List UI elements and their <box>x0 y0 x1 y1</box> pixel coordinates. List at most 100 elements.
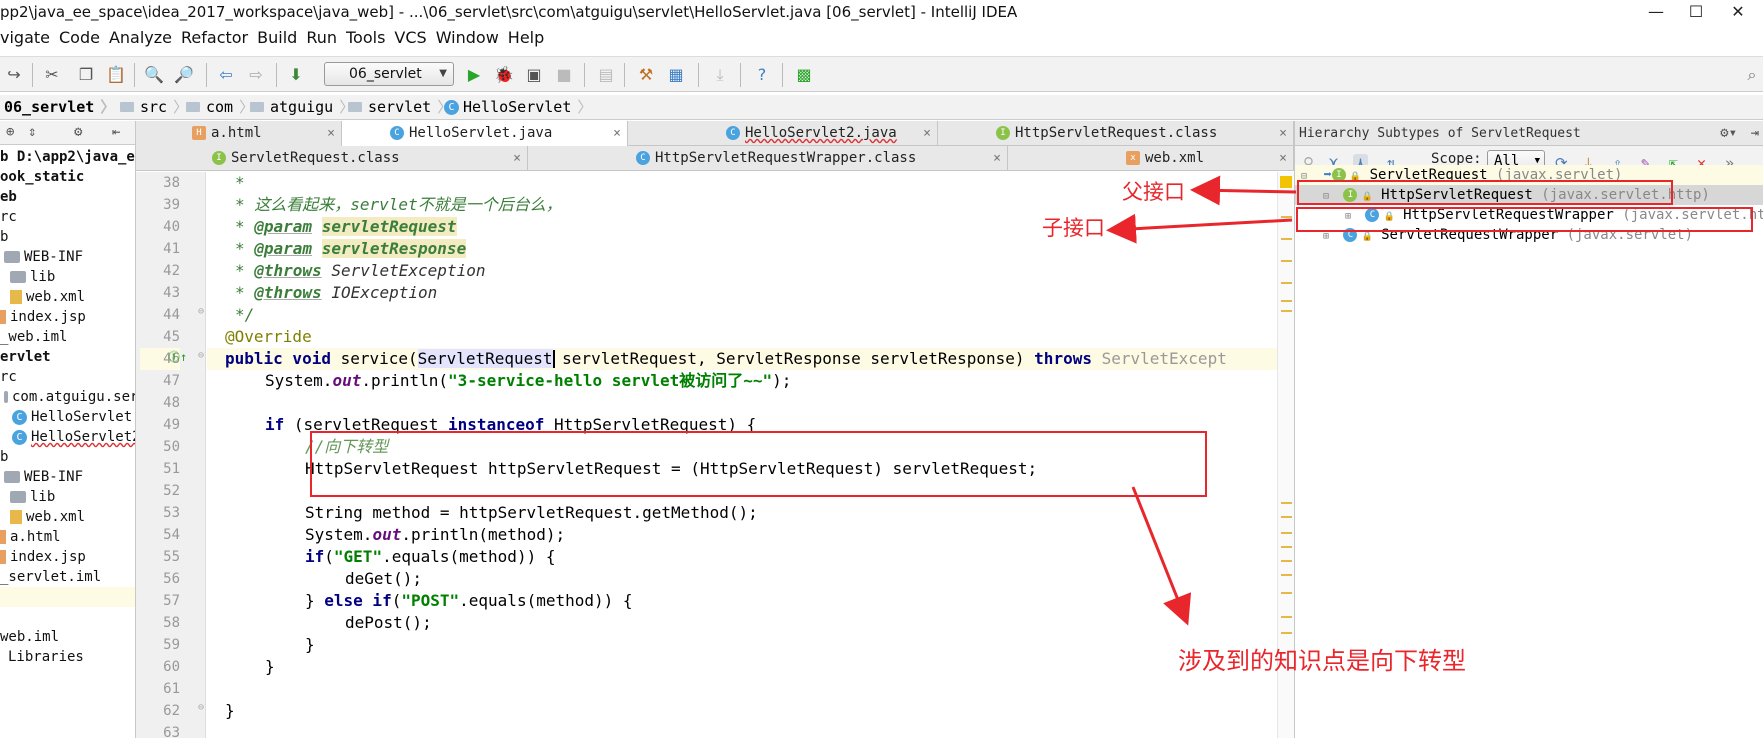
fold-icon[interactable]: ⊖ <box>198 702 204 713</box>
tab-helloservlet2-java[interactable]: C HelloServlet2.java × <box>628 121 938 146</box>
tree-item[interactable]: C HelloServlet <box>12 407 132 427</box>
tree-item[interactable]: a.html <box>0 527 61 547</box>
tree-item[interactable]: WEB-INF <box>4 247 83 267</box>
tree-item[interactable]: C HelloServlet2 <box>12 427 135 447</box>
project-structure-icon[interactable]: ▦ <box>666 65 686 85</box>
coverage-icon[interactable]: ▣ <box>524 65 544 85</box>
tree-item[interactable]: b <box>0 447 8 467</box>
stripe-marker[interactable] <box>1281 282 1292 284</box>
minimize-button[interactable]: — <box>1636 0 1676 24</box>
tree-item[interactable]: eb <box>0 187 17 207</box>
breadcrumb-com[interactable]: com 〉 <box>186 95 254 119</box>
paste-icon[interactable]: 📋 <box>106 65 126 85</box>
stripe-marker[interactable] <box>1281 560 1292 562</box>
copy-icon[interactable]: ❐ <box>76 65 96 85</box>
tab-servletrequest-class[interactable]: I ServletRequest.class × <box>136 146 528 171</box>
tree-item[interactable]: ook_static <box>0 167 84 187</box>
stripe-marker[interactable] <box>1281 260 1292 262</box>
close-icon[interactable]: × <box>993 146 1001 171</box>
close-icon[interactable]: × <box>1279 146 1287 171</box>
menu-build[interactable]: Build <box>257 28 297 47</box>
implements-marker-icon[interactable]: ⓵↑ <box>168 348 187 365</box>
tree-item[interactable]: ervlet <box>0 347 51 367</box>
stripe-marker[interactable] <box>1281 592 1292 594</box>
tree-item[interactable]: b D:\app2\java_ee <box>0 147 135 167</box>
tab-helloservlet-java[interactable]: C HelloServlet.java × <box>342 121 628 146</box>
target-icon[interactable]: ⊕ <box>6 124 14 140</box>
stripe-marker[interactable] <box>1281 502 1292 504</box>
stop-icon[interactable]: ■ <box>554 65 574 85</box>
run-icon[interactable]: ▶ <box>464 65 484 85</box>
tree-item[interactable]: web.xml <box>10 507 85 527</box>
stripe-marker[interactable] <box>1281 310 1292 312</box>
maximize-button[interactable]: ☐ <box>1676 0 1716 24</box>
fold-icon[interactable]: ⊖ <box>198 306 204 317</box>
gear-icon[interactable]: ⚙ <box>74 124 82 140</box>
sdk-icon[interactable]: ⤓ <box>710 65 730 85</box>
menu-vcs[interactable]: VCS <box>394 28 426 47</box>
fold-icon[interactable]: ⊖ <box>198 350 204 361</box>
close-icon[interactable]: × <box>513 146 521 171</box>
redo-icon[interactable]: ↪ <box>4 65 24 85</box>
collapse-icon[interactable]: ⇕ <box>28 124 36 140</box>
menu-navigate[interactable]: vigate <box>0 28 50 47</box>
settings-icon[interactable]: ⚒ <box>636 65 656 85</box>
tree-item[interactable]: index.jsp <box>0 307 86 327</box>
tree-item[interactable]: com.atguigu.serv <box>4 387 135 407</box>
stripe-marker[interactable] <box>1281 516 1292 518</box>
tree-item[interactable]: web.iml <box>0 627 59 647</box>
database-icon[interactable]: ▩ <box>794 65 814 85</box>
menu-help[interactable]: Help <box>508 28 544 47</box>
stripe-marker[interactable] <box>1281 632 1292 634</box>
breadcrumb-servlet[interactable]: servlet〉 <box>348 95 452 119</box>
stripe-marker[interactable] <box>1281 300 1292 302</box>
run-config-dropdown[interactable]: 06_servlet ▼ <box>324 62 454 86</box>
tab-web-xml[interactable]: x web.xml × <box>1008 146 1294 171</box>
tab-httpservletrequest-class[interactable]: I HttpServletRequest.class × <box>938 121 1294 146</box>
expand-icon[interactable]: ⊞ <box>1323 231 1329 242</box>
menu-analyze[interactable]: Analyze <box>109 28 172 47</box>
tree-item[interactable]: Libraries <box>8 647 84 667</box>
tree-item[interactable]: _web.iml <box>0 327 67 347</box>
build-icon[interactable]: ⬇ <box>286 65 306 85</box>
stripe-marker[interactable] <box>1281 574 1292 576</box>
stripe-marker[interactable] <box>1281 238 1292 240</box>
stripe-marker[interactable] <box>1281 216 1292 218</box>
hide-icon[interactable]: ⇥ <box>1751 121 1759 146</box>
close-icon[interactable]: × <box>613 121 621 146</box>
breadcrumb-atguigu[interactable]: atguigu 〉 <box>250 95 354 119</box>
close-button[interactable]: ✕ <box>1718 0 1758 24</box>
forward-icon[interactable]: ⇨ <box>246 65 266 85</box>
replace-icon[interactable]: 🔎 <box>174 65 194 85</box>
menu-refactor[interactable]: Refactor <box>181 28 248 47</box>
update-icon[interactable]: ▤ <box>596 65 616 85</box>
cut-icon[interactable]: ✂ <box>42 65 62 85</box>
tree-item[interactable]: web.xml <box>10 287 85 307</box>
stripe-marker[interactable] <box>1281 616 1292 618</box>
tree-item[interactable]: rc <box>0 367 17 387</box>
menu-tools[interactable]: Tools <box>346 28 385 47</box>
menu-code[interactable]: Code <box>59 28 100 47</box>
tree-item[interactable]: WEB-INF <box>4 467 83 487</box>
tree-item[interactable]: index.jsp <box>0 547 86 567</box>
gear-icon[interactable]: ⚙▾ <box>1720 121 1737 146</box>
tab-httpservletrequestwrapper-class[interactable]: C HttpServletRequestWrapper.class × <box>528 146 1008 171</box>
search-everywhere-icon[interactable]: ⌕ <box>1742 65 1762 85</box>
back-icon[interactable]: ⇦ <box>216 65 236 85</box>
hide-icon[interactable]: ⇤ <box>112 124 120 140</box>
menu-run[interactable]: Run <box>306 28 337 47</box>
tree-item[interactable]: lib <box>10 267 55 287</box>
close-icon[interactable]: × <box>923 121 931 146</box>
tree-item[interactable]: lib <box>10 487 55 507</box>
breadcrumb-project[interactable]: 06_servlet 〉 <box>4 95 115 119</box>
breadcrumb-class[interactable]: C HelloServlet 〉 <box>444 95 592 119</box>
close-icon[interactable]: × <box>327 121 335 146</box>
breadcrumb-src[interactable]: src 〉 <box>120 95 188 119</box>
menu-window[interactable]: Window <box>436 28 499 47</box>
stripe-marker[interactable] <box>1281 532 1292 534</box>
find-icon[interactable]: 🔍 <box>144 65 164 85</box>
help-icon[interactable]: ? <box>752 65 772 85</box>
warning-icon[interactable] <box>1280 176 1292 188</box>
debug-icon[interactable]: 🐞 <box>494 65 514 85</box>
tree-item[interactable]: b <box>0 227 8 247</box>
